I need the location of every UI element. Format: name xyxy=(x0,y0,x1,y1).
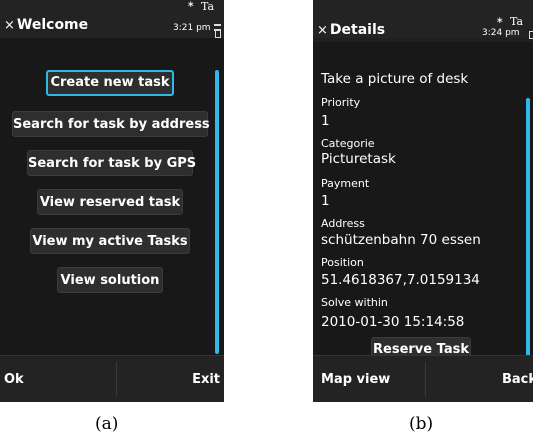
phone-screen-welcome: × Welcome ∗ Ta 3:21 pm Create new task Se… xyxy=(0,0,224,402)
status-bar: × Details ∗ Ta 3:24 pm xyxy=(313,0,533,39)
title-text: Welcome xyxy=(16,17,89,33)
create-new-task-button[interactable]: Create new task xyxy=(46,70,174,96)
payment-label: Payment xyxy=(321,177,370,190)
payment-value: 1 xyxy=(321,193,330,209)
signal-icon: Ta xyxy=(201,0,215,13)
view-reserved-task-button[interactable]: View reserved task xyxy=(37,189,183,215)
close-icon[interactable]: × xyxy=(317,23,328,38)
scrollbar[interactable] xyxy=(215,70,219,354)
softkey-bar: Ok Exit xyxy=(0,355,224,402)
category-value: Picturetask xyxy=(321,151,396,167)
scrollbar[interactable] xyxy=(526,98,530,356)
screen-title: × Welcome xyxy=(4,17,88,33)
battery-icon xyxy=(215,30,221,38)
caption-a: (a) xyxy=(95,414,119,434)
softkey-divider xyxy=(425,362,426,396)
back-softkey[interactable]: Back xyxy=(502,372,533,387)
position-label: Position xyxy=(321,256,364,269)
map-view-softkey[interactable]: Map view xyxy=(321,372,390,387)
view-solution-button[interactable]: View solution xyxy=(57,267,163,293)
battery-icon xyxy=(529,31,533,39)
caption-b: (b) xyxy=(409,414,434,434)
bluetooth-icon: ∗ xyxy=(496,16,504,26)
bluetooth-icon: ∗ xyxy=(187,0,195,10)
priority-value: 1 xyxy=(321,113,330,129)
address-value: schützenbahn 70 essen xyxy=(321,232,481,248)
position-value: 51.4618367,7.0159134 xyxy=(321,272,480,288)
address-label: Address xyxy=(321,217,365,230)
search-by-gps-button[interactable]: Search for task by GPS xyxy=(27,150,196,176)
ok-softkey[interactable]: Ok xyxy=(4,372,24,387)
phone-screen-details: × Details ∗ Ta 3:24 pm Take a picture of … xyxy=(313,0,533,402)
exit-softkey[interactable]: Exit xyxy=(192,372,220,387)
task-title: Take a picture of desk xyxy=(321,71,469,87)
status-bar: × Welcome ∗ Ta 3:21 pm xyxy=(0,0,224,38)
category-label: Categorie xyxy=(321,137,375,150)
solve-within-value: 2010-01-30 15:14:58 xyxy=(321,314,465,330)
priority-label: Priority xyxy=(321,96,361,109)
close-icon[interactable]: × xyxy=(4,18,15,33)
softkey-divider xyxy=(116,362,117,396)
softkey-bar: Map view Back xyxy=(313,355,533,402)
clock-text: 3:24 pm xyxy=(482,28,520,38)
screen-title: × Details xyxy=(317,22,385,38)
signal-icon: Ta xyxy=(510,15,524,28)
title-text: Details xyxy=(329,22,386,38)
solve-within-label: Solve within xyxy=(321,296,388,309)
view-active-tasks-button[interactable]: View my active Tasks xyxy=(30,228,190,254)
clock-text: 3:21 pm xyxy=(173,23,211,33)
search-by-address-button[interactable]: Search for task by address xyxy=(12,111,210,137)
